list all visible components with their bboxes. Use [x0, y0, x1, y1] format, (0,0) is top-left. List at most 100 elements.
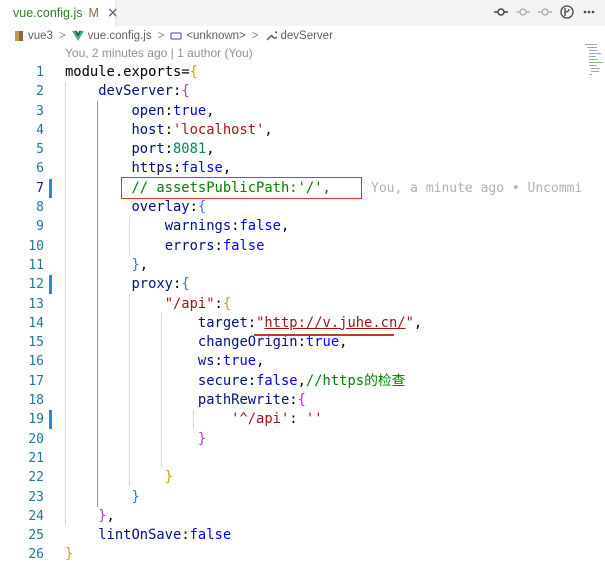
- code-token: {: [222, 295, 232, 312]
- code-line[interactable]: 2 devServer:{: [0, 82, 583, 101]
- code-line[interactable]: 15 changeOrigin:true,: [0, 333, 583, 352]
- code-line[interactable]: 5 port:8081,: [0, 140, 583, 159]
- tab-bar: vue.config.js M ×: [0, 0, 605, 26]
- git-compare-icon[interactable]: [493, 4, 509, 20]
- code-text: host:'localhost',: [65, 121, 272, 140]
- code-token: ,: [222, 160, 232, 177]
- breadcrumb-symbol-devserver[interactable]: devServer: [281, 30, 333, 42]
- code-line[interactable]: 25 lintOnSave:false: [0, 526, 583, 545]
- codelens-blame[interactable]: You, 2 minutes ago | 1 author (You): [65, 46, 253, 60]
- inline-blame: You, a minute ago • Uncommi: [371, 180, 583, 196]
- code-token: ,: [106, 507, 115, 524]
- code-editor[interactable]: 1 module.exports={2 devServer:{3 open:tru…: [0, 63, 583, 565]
- code-token: }: [164, 469, 173, 486]
- breadcrumb-symbol-unknown[interactable]: <unknown>: [186, 30, 245, 42]
- code-token: exports: [123, 64, 182, 80]
- code-text: warnings:false,: [65, 217, 290, 236]
- code-line[interactable]: 3 open:true,: [0, 102, 583, 121]
- code-token: secure: [197, 372, 248, 389]
- go-forward-icon[interactable]: [537, 4, 553, 20]
- code-line[interactable]: 4 host:'localhost',: [0, 121, 583, 140]
- code-line[interactable]: 11 },: [0, 256, 583, 275]
- code-text: ws:true,: [65, 352, 264, 371]
- line-number: 18: [28, 393, 44, 409]
- code-token: ,: [281, 218, 290, 235]
- code-token: .: [114, 64, 124, 80]
- code-text: https:false,: [65, 159, 231, 178]
- code-line[interactable]: 6 https:false,: [0, 159, 583, 178]
- vue-icon: [71, 30, 84, 42]
- code-line[interactable]: 9 warnings:false,: [0, 217, 583, 236]
- code-token: ,: [206, 141, 215, 158]
- code-line[interactable]: 20 }: [0, 430, 583, 449]
- line-number: 1: [36, 65, 44, 80]
- code-line[interactable]: 21: [0, 449, 583, 468]
- tab-file-name: vue.config.js: [13, 6, 83, 20]
- more-icon[interactable]: [581, 4, 597, 20]
- code-token: false: [181, 160, 223, 177]
- code-token: https: [131, 160, 173, 177]
- code-line[interactable]: 18 pathRewrite:{: [0, 391, 583, 410]
- code-token: warnings: [164, 218, 232, 235]
- code-line[interactable]: 22 }: [0, 468, 583, 487]
- code-text: module.exports={: [65, 63, 198, 82]
- code-token: :: [164, 141, 173, 158]
- line-number: 2: [36, 84, 44, 100]
- code-token: :: [289, 411, 306, 428]
- minimap[interactable]: [583, 40, 605, 582]
- timeline-icon[interactable]: [559, 4, 575, 20]
- code-text: },: [65, 256, 148, 275]
- line-number: 12: [28, 277, 44, 293]
- line-number: 16: [28, 354, 44, 370]
- code-line[interactable]: 19 '^/api': '': [0, 410, 583, 429]
- code-line[interactable]: 14 target:"http://v.juhe.cn/",: [0, 314, 583, 333]
- go-back-icon[interactable]: [515, 4, 531, 20]
- code-line[interactable]: 23 }: [0, 488, 583, 507]
- code-text: }: [65, 468, 173, 487]
- symbol-variable-icon: [170, 30, 182, 42]
- code-token: false: [189, 527, 232, 544]
- code-line[interactable]: 17 secure:false,//https的检查: [0, 372, 583, 391]
- line-number: 4: [36, 122, 44, 138]
- code-token: module: [65, 64, 115, 80]
- code-token: :: [289, 392, 298, 409]
- code-line[interactable]: 8 overlay:{: [0, 198, 583, 217]
- highlight-box: [121, 177, 362, 199]
- code-text: "/api":{: [65, 295, 231, 314]
- code-token: ": [405, 314, 414, 331]
- code-token: http://v.juhe.cn/: [264, 314, 406, 331]
- code-line[interactable]: 1 module.exports={: [0, 63, 583, 82]
- line-number: 26: [28, 547, 44, 563]
- code-line[interactable]: 24 },: [0, 507, 583, 526]
- code-token: ,: [413, 314, 423, 331]
- minimap-line: [589, 59, 598, 61]
- code-line[interactable]: 16 ws:true,: [0, 352, 583, 371]
- code-token: open: [131, 102, 165, 119]
- code-line[interactable]: 26}: [0, 545, 583, 564]
- editor-actions: [493, 4, 597, 20]
- code-token: :: [247, 314, 257, 331]
- code-line[interactable]: 10 errors:false: [0, 237, 583, 256]
- code-line[interactable]: 12 proxy:{: [0, 275, 583, 294]
- code-text: },: [65, 507, 115, 526]
- code-text: changeOrigin:true,: [65, 333, 348, 352]
- code-token: ,: [339, 334, 348, 351]
- code-token: errors: [164, 237, 215, 254]
- minimap-line: [589, 50, 597, 52]
- line-number: 15: [28, 335, 44, 351]
- code-line[interactable]: 13 "/api":{: [0, 295, 583, 314]
- code-token: =: [181, 64, 190, 80]
- breadcrumb-folder[interactable]: vue3: [28, 30, 53, 42]
- tab-vue-config[interactable]: vue.config.js M ×: [0, 0, 119, 26]
- minimap-line: [589, 53, 601, 55]
- line-number: 23: [28, 489, 44, 505]
- breadcrumb-file[interactable]: vue.config.js: [88, 30, 152, 42]
- code-token: }: [131, 256, 140, 273]
- close-icon[interactable]: ×: [107, 5, 119, 21]
